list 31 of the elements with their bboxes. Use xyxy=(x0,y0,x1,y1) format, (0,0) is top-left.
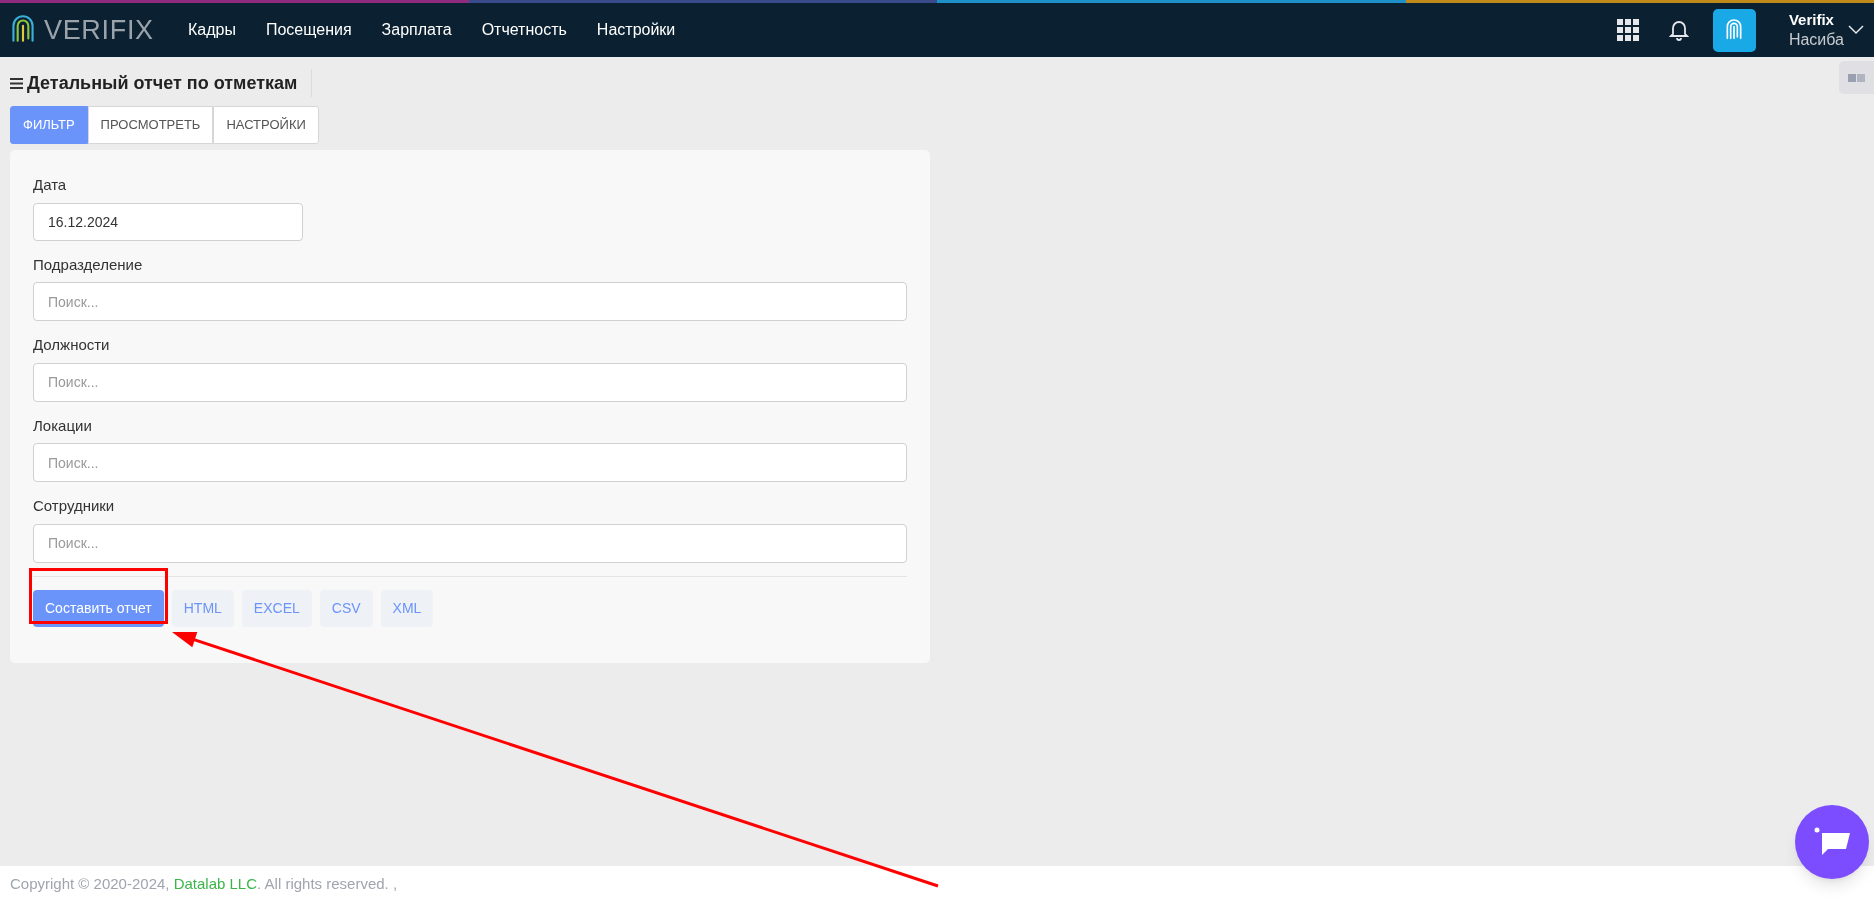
search-field[interactable]: Поиск... xyxy=(33,443,907,482)
tab[interactable]: НАСТРОЙКИ xyxy=(213,106,319,144)
translate-icon xyxy=(1848,73,1865,82)
menu-icon[interactable] xyxy=(10,77,23,89)
field-label: Дата xyxy=(33,175,68,195)
nav-link[interactable]: Посещения xyxy=(265,18,352,42)
date-field[interactable]: 16.12.2024 xyxy=(33,202,303,241)
field-label: Локации xyxy=(33,415,93,436)
avatar[interactable] xyxy=(1712,8,1756,52)
field-label: Сотрудники xyxy=(33,496,116,516)
nav-link[interactable]: Отчетность xyxy=(481,18,567,42)
field-label: Должности xyxy=(33,335,111,355)
nav-link[interactable]: Зарплата xyxy=(381,18,452,42)
bell-icon[interactable] xyxy=(1668,19,1689,41)
chat-button[interactable] xyxy=(1795,805,1869,879)
grid-icon[interactable] xyxy=(1616,19,1639,41)
field-label: Подразделение xyxy=(33,254,144,275)
logo-text: VERIFIX xyxy=(44,13,154,47)
search-field[interactable]: Поиск... xyxy=(33,282,907,321)
chat-icon xyxy=(1812,826,1852,858)
chevron-down-icon[interactable] xyxy=(1848,25,1864,35)
rights-text: . All rights reserved. , xyxy=(257,873,398,894)
nav-link[interactable]: Настройки xyxy=(596,18,676,42)
search-field[interactable]: Поиск... xyxy=(33,523,907,563)
copyright-text: Copyright © 2020-2024, xyxy=(10,873,171,894)
nav-link[interactable]: Кадры xyxy=(188,18,236,42)
user-name: Насиба xyxy=(1788,30,1844,50)
page-title: Детальный отчет по отметкам xyxy=(27,71,298,95)
company-name: Verifix xyxy=(1788,10,1835,30)
tab[interactable]: ПРОСМОТРЕТЬ xyxy=(87,106,214,144)
search-field[interactable]: Поиск... xyxy=(33,362,907,402)
